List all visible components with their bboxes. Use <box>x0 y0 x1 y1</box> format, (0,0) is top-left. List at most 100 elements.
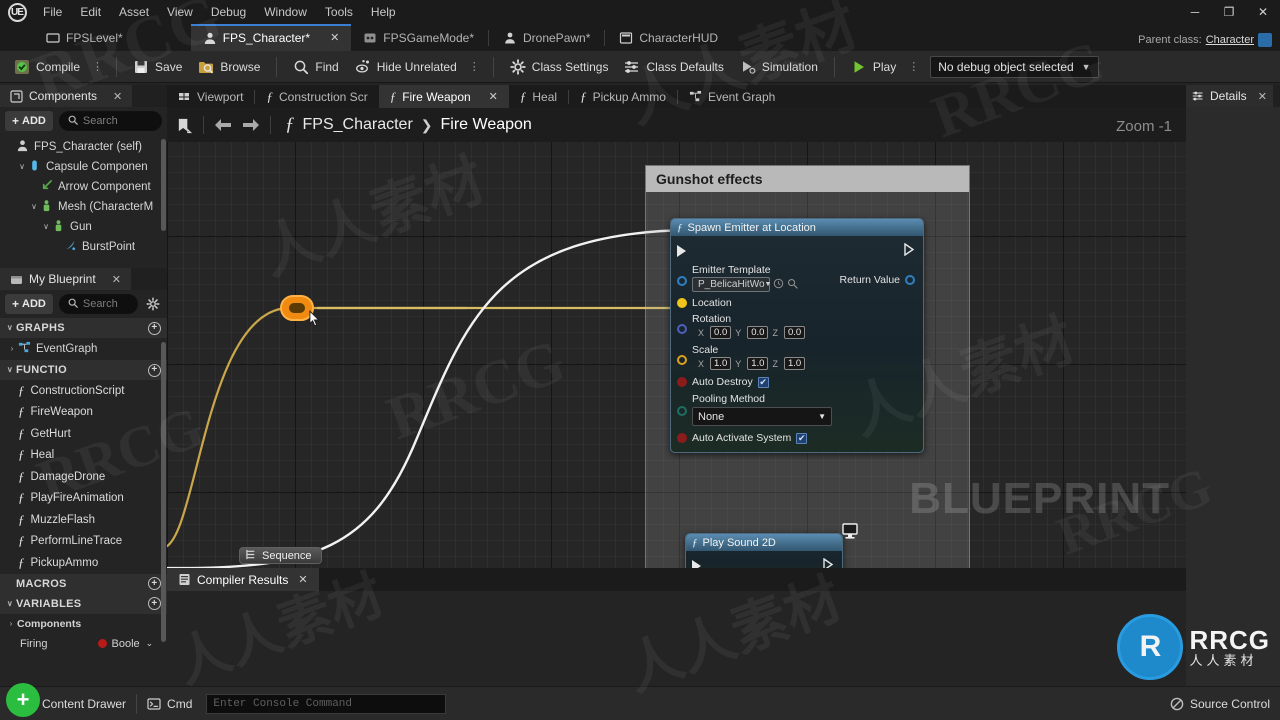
hide-unrelated-options-button[interactable]: ⋮ <box>465 60 485 73</box>
scale-x-input[interactable]: 1.0 <box>710 357 732 370</box>
compile-options-button[interactable]: ⋮ <box>88 60 108 73</box>
exec-in-pin[interactable] <box>677 245 686 257</box>
auto-destroy-pin[interactable] <box>677 377 687 387</box>
chevron-down-icon[interactable]: ∨ <box>4 364 16 376</box>
browse-button[interactable]: Browse <box>190 54 268 80</box>
scale-pin[interactable] <box>677 355 687 365</box>
tree-item-gun[interactable]: ∨ Gun <box>0 217 167 237</box>
source-control-button[interactable]: Source Control <box>1160 691 1280 717</box>
compile-button[interactable]: Compile <box>6 54 88 80</box>
auto-activate-checkbox[interactable]: ✔ <box>796 432 808 444</box>
close-icon[interactable]: ✕ <box>112 273 121 286</box>
chevron-down-icon[interactable]: ∨ <box>16 161 28 173</box>
browse-to-asset-icon[interactable] <box>773 278 784 292</box>
section-macros[interactable]: MACROS + <box>0 573 167 594</box>
rotation-x-input[interactable]: 0.0 <box>710 326 732 339</box>
asset-tab-characterhud[interactable]: CharacterHUD <box>607 24 730 51</box>
tab-viewport[interactable]: Viewport <box>167 85 254 108</box>
content-drawer-button[interactable]: Content Drawer <box>32 691 136 717</box>
menu-edit[interactable]: Edit <box>71 0 110 24</box>
emitter-template-pin[interactable] <box>677 276 687 286</box>
rotation-z-input[interactable]: 0.0 <box>783 326 806 339</box>
add-graph-button[interactable]: + <box>148 321 161 335</box>
tab-compiler-results[interactable]: Compiler Results ✕ <box>167 568 319 591</box>
play-options-button[interactable]: ⋮ <box>904 60 924 73</box>
tree-item-mesh[interactable]: ∨ Mesh (CharacterM <box>0 197 167 217</box>
tab-fire-weapon[interactable]: ƒ Fire Weapon ✕ <box>378 85 509 108</box>
graph-item-eventgraph[interactable]: › EventGraph <box>0 338 167 360</box>
tab-construction-script[interactable]: ƒ Construction Scr <box>255 85 378 108</box>
components-scrollbar[interactable] <box>161 139 166 231</box>
find-button[interactable]: Find <box>285 54 346 80</box>
rotation-y-input[interactable]: 0.0 <box>747 326 769 339</box>
pooling-method-dropdown[interactable]: None ▼ <box>692 407 832 426</box>
cmd-button[interactable]: Cmd <box>137 691 202 717</box>
chevron-right-icon[interactable]: › <box>5 618 17 630</box>
close-icon[interactable]: ✕ <box>298 573 307 586</box>
chevron-down-icon[interactable]: ⌄ <box>146 638 154 649</box>
asset-tab-fpslevel[interactable]: FPSLevel* <box>34 24 135 51</box>
emitter-template-dropdown[interactable]: P_BelicaHitWo ▼ <box>692 277 771 292</box>
menu-file[interactable]: File <box>34 0 71 24</box>
auto-activate-pin[interactable] <box>677 433 687 443</box>
add-variable-button[interactable]: + <box>148 597 161 610</box>
parent-class-link[interactable]: Character <box>1206 34 1254 46</box>
my-blueprint-scrollbar[interactable] <box>161 342 166 642</box>
close-icon[interactable]: ✕ <box>330 31 339 44</box>
asset-tab-fpsgamemode[interactable]: FPSGameMode* <box>351 24 486 51</box>
chevron-down-icon[interactable]: ∨ <box>40 221 52 233</box>
tab-heal[interactable]: ƒ Heal <box>509 85 568 108</box>
console-command-input[interactable]: Enter Console Command <box>206 693 447 714</box>
nav-forward-button[interactable] <box>238 112 264 138</box>
tab-components[interactable]: Components ✕ <box>0 85 133 107</box>
simulation-button[interactable]: Simulation <box>732 54 826 80</box>
hide-unrelated-button[interactable]: Hide Unrelated <box>347 54 465 80</box>
function-item-heal[interactable]: ƒ Heal <box>0 445 167 467</box>
minimize-button[interactable]: ─ <box>1178 0 1212 24</box>
close-icon[interactable]: ✕ <box>1258 90 1267 103</box>
section-functions[interactable]: ∨ FUNCTIO + <box>0 360 167 380</box>
section-variables[interactable]: ∨ VARIABLES + <box>0 593 167 614</box>
section-graphs[interactable]: ∨ GRAPHS + <box>0 318 167 338</box>
function-item-constructionscript[interactable]: ƒ ConstructionScript <box>0 380 167 402</box>
my-blueprint-search-input[interactable]: Search <box>58 294 138 314</box>
function-item-fireweapon[interactable]: ƒ FireWeapon <box>0 402 167 424</box>
chevron-down-icon[interactable]: ∨ <box>4 598 16 610</box>
close-window-button[interactable]: ✕ <box>1246 0 1280 24</box>
function-item-pickupammo[interactable]: ƒ PickupAmmo <box>0 552 167 574</box>
location-pin[interactable] <box>677 298 687 308</box>
menu-window[interactable]: Window <box>255 0 316 24</box>
exec-in-pin[interactable] <box>692 560 701 568</box>
chevron-down-icon[interactable]: ∨ <box>28 201 40 213</box>
save-button[interactable]: Save <box>125 54 190 80</box>
menu-view[interactable]: View <box>158 0 202 24</box>
tab-event-graph[interactable]: Event Graph <box>678 85 786 108</box>
tree-item-burstpoint[interactable]: BurstPoint <box>0 237 167 257</box>
maximize-button[interactable]: ❐ <box>1212 0 1246 24</box>
tree-item-self[interactable]: FPS_Character (self) <box>0 137 167 157</box>
function-item-performlinetrace[interactable]: ƒ PerformLineTrace <box>0 531 167 553</box>
chevron-down-icon[interactable]: ∨ <box>4 322 16 334</box>
chevron-right-icon[interactable]: › <box>6 343 18 355</box>
node-play-sound-2d[interactable]: ƒ Play Sound 2D <box>685 533 843 568</box>
close-icon[interactable]: ✕ <box>113 90 122 103</box>
play-button[interactable]: Play <box>843 54 904 80</box>
menu-asset[interactable]: Asset <box>110 0 158 24</box>
exec-out-pin[interactable] <box>823 557 834 568</box>
rotation-pin[interactable] <box>677 324 687 334</box>
components-search-input[interactable]: Search <box>58 111 162 131</box>
add-function-button[interactable]: + <box>148 363 161 377</box>
asset-tab-dronepawn[interactable]: DronePawn* <box>491 24 602 51</box>
breadcrumb-root[interactable]: FPS_Character <box>303 116 413 134</box>
node-spawn-emitter-at-location[interactable]: ƒ Spawn Emitter at Location Emitter Temp… <box>670 218 924 453</box>
menu-help[interactable]: Help <box>362 0 405 24</box>
function-item-gethurt[interactable]: ƒ GetHurt <box>0 423 167 445</box>
node-sequence[interactable]: Sequence <box>239 547 322 564</box>
pooling-method-pin[interactable] <box>677 406 687 416</box>
class-defaults-button[interactable]: Class Defaults <box>616 54 731 80</box>
content-drawer-fab[interactable]: + <box>6 683 40 717</box>
tab-pickup-ammo[interactable]: ƒ Pickup Ammo <box>569 85 677 108</box>
asset-tab-fps-character[interactable]: FPS_Character* ✕ <box>190 24 352 51</box>
nav-back-button[interactable] <box>210 112 236 138</box>
function-item-damagedrone[interactable]: ƒ DamageDrone <box>0 466 167 488</box>
